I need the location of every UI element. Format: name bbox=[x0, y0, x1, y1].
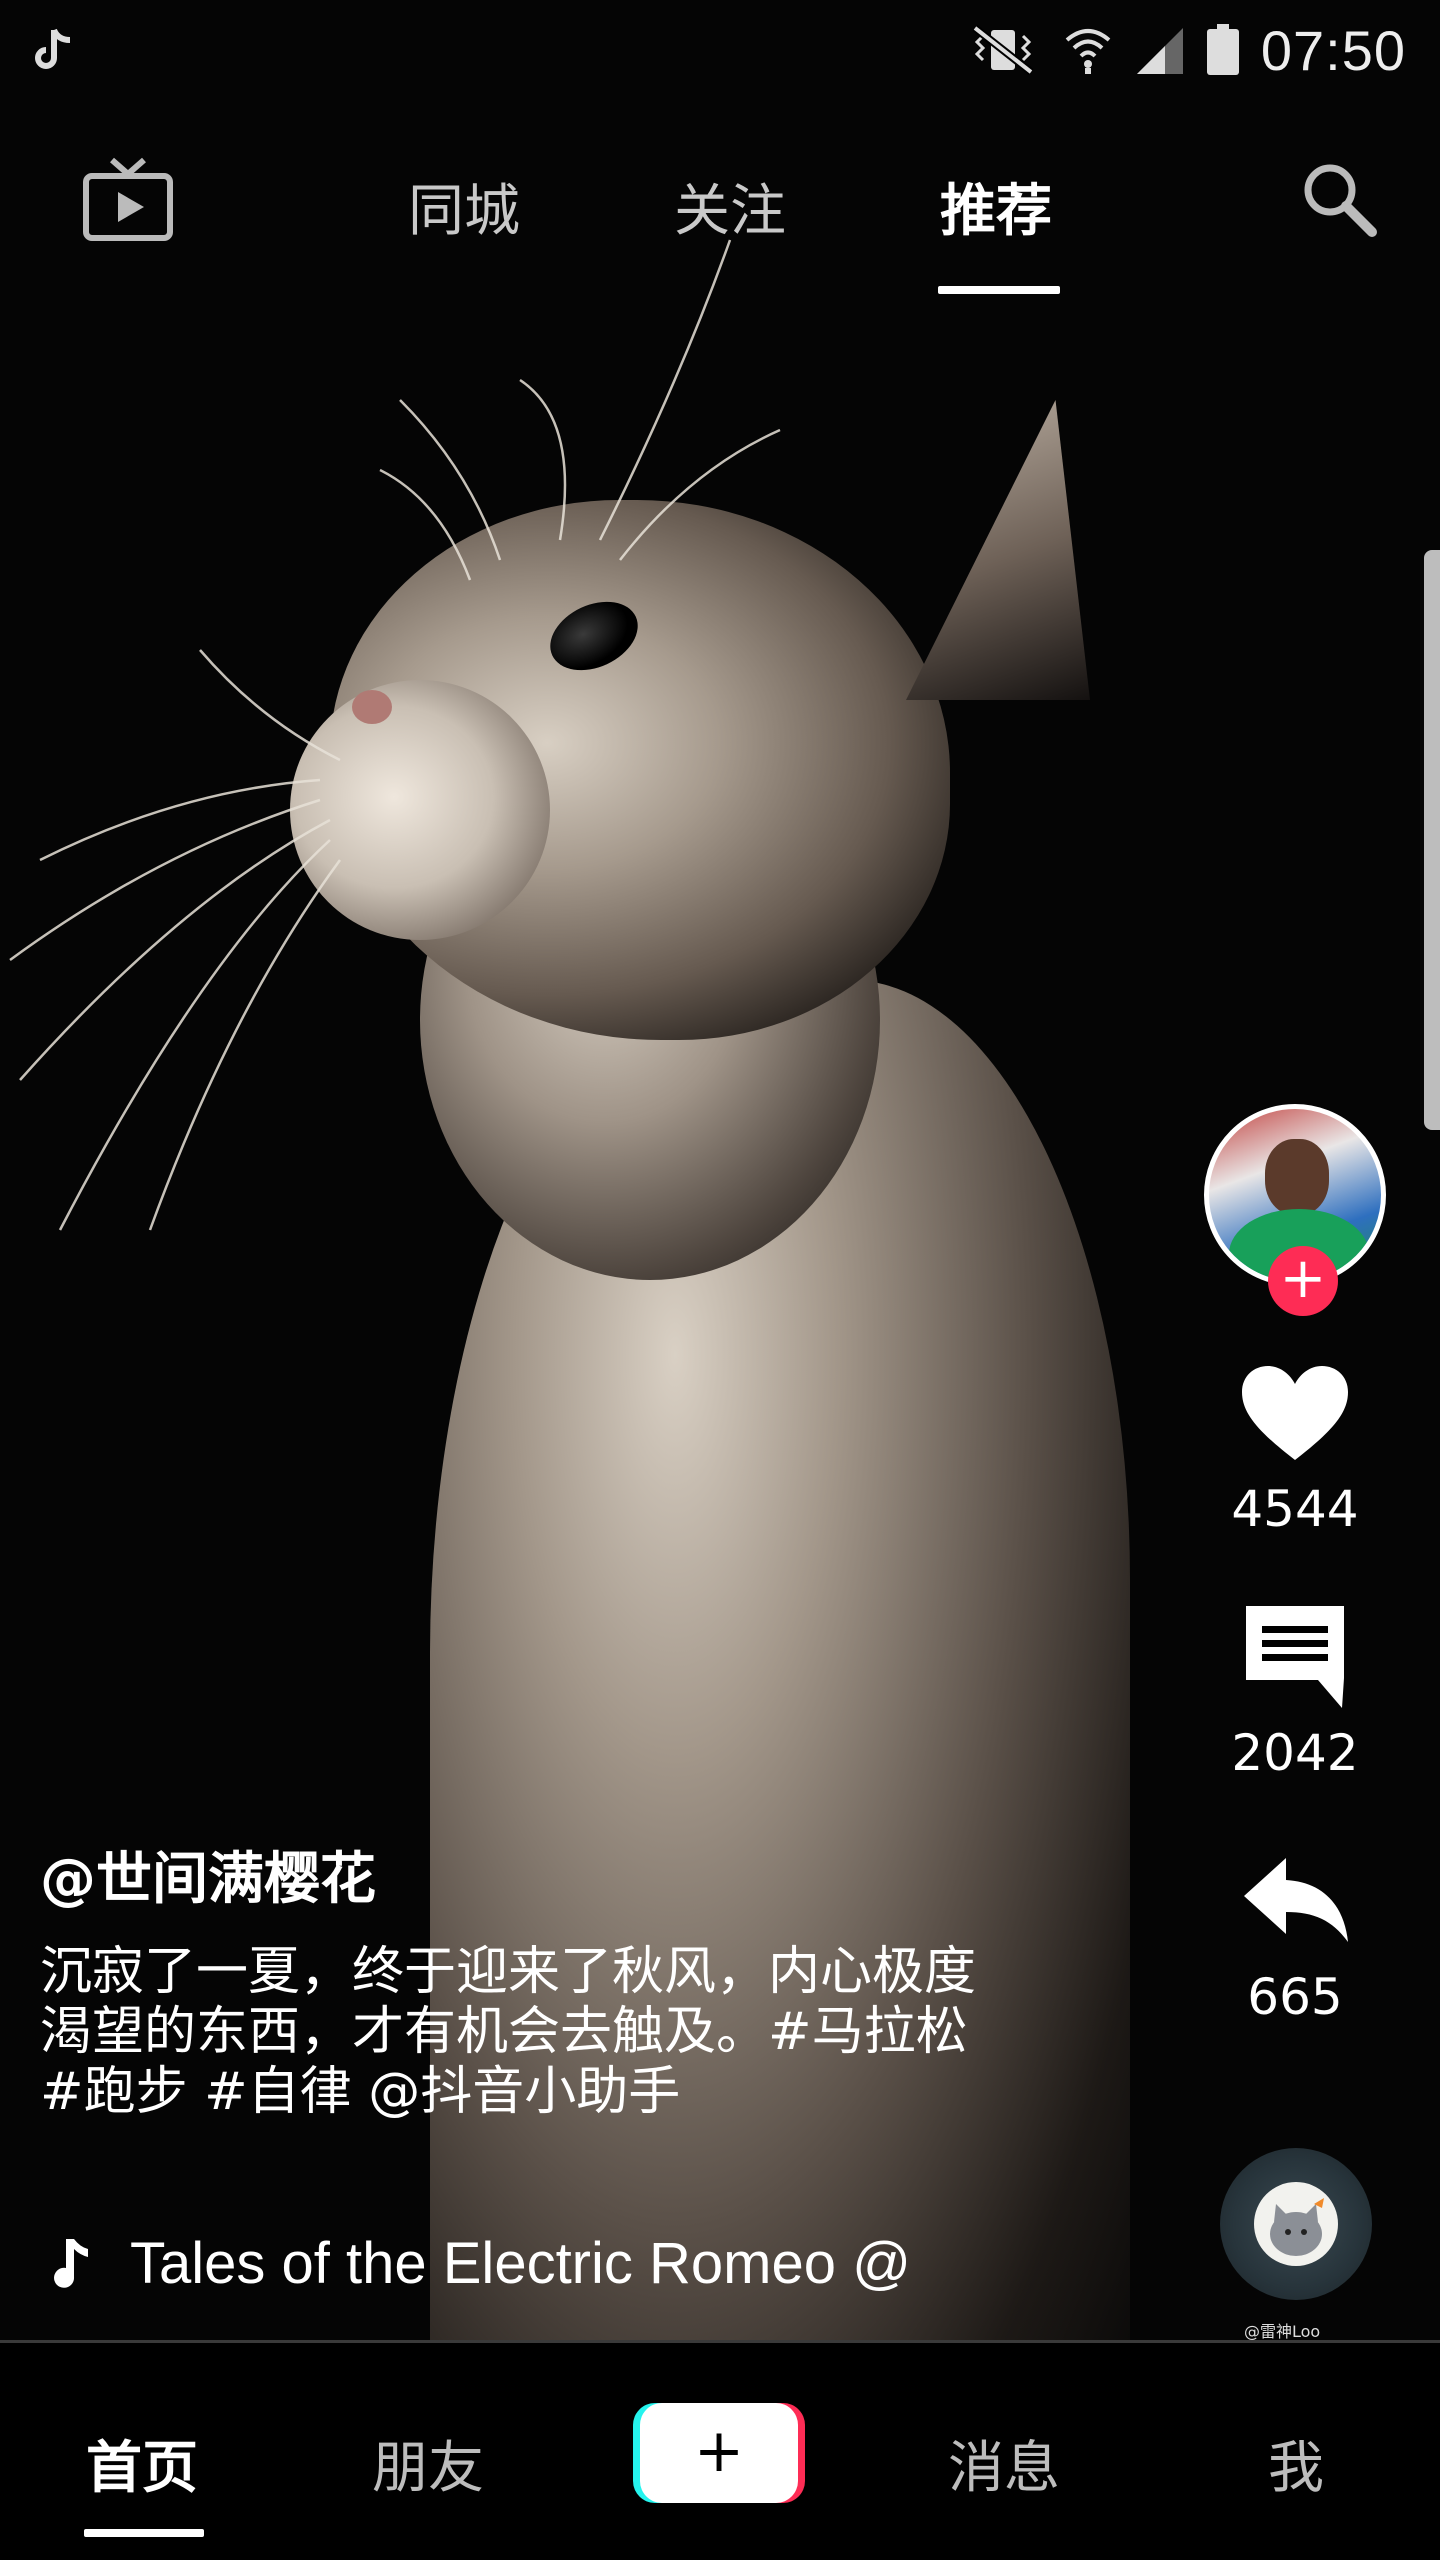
music-title: Tales of the Electric Romeo @ bbox=[130, 2230, 911, 2296]
top-nav: 同城 关注 推荐 bbox=[0, 130, 1440, 300]
cat-sticker-icon bbox=[1270, 2198, 1324, 2256]
active-nav-indicator bbox=[84, 2529, 204, 2537]
heart-icon[interactable] bbox=[1236, 1360, 1354, 1470]
music-disc[interactable] bbox=[1220, 2148, 1372, 2300]
tab-follow[interactable]: 关注 bbox=[674, 166, 786, 247]
status-bar: 07:50 bbox=[0, 0, 1440, 100]
share-icon[interactable] bbox=[1236, 1850, 1354, 1960]
watermark: @雷神Loo bbox=[1244, 2322, 1321, 2341]
music-cover-art bbox=[1254, 2182, 1338, 2266]
tv-icon[interactable] bbox=[82, 156, 174, 242]
app-screen: 07:50 同城 关注 推荐 + 4544 2042 665 @雷神Loo @世… bbox=[0, 0, 1440, 2560]
avatar-person-head bbox=[1265, 1139, 1329, 1215]
search-icon[interactable] bbox=[1300, 160, 1378, 238]
create-button[interactable]: + bbox=[640, 2403, 798, 2503]
nav-friends[interactable]: 朋友 bbox=[372, 2423, 484, 2504]
nav-home[interactable]: 首页 bbox=[86, 2423, 198, 2504]
vibrate-mute-icon bbox=[972, 24, 1034, 76]
status-time: 07:50 bbox=[1260, 18, 1406, 82]
active-tab-indicator bbox=[938, 286, 1060, 294]
video-caption[interactable]: 沉寂了一夏，终于迎来了秋风，内心极度渴望的东西，才有机会去触及。#马拉松 #跑步… bbox=[40, 1942, 980, 2122]
comment-count: 2042 bbox=[1231, 1724, 1359, 1782]
tiktok-note-icon bbox=[35, 28, 71, 69]
tab-recommend[interactable]: 推荐 bbox=[940, 166, 1052, 247]
author-name[interactable]: @世间满樱花 bbox=[40, 1834, 376, 1915]
music-row[interactable]: Tales of the Electric Romeo @ bbox=[50, 2228, 911, 2298]
battery-icon bbox=[1206, 24, 1239, 75]
follow-button[interactable]: + bbox=[1268, 1246, 1338, 1316]
music-note-icon bbox=[54, 2239, 88, 2288]
like-count: 4544 bbox=[1231, 1480, 1359, 1538]
nav-me[interactable]: 我 bbox=[1268, 2423, 1324, 2504]
nav-messages[interactable]: 消息 bbox=[948, 2423, 1060, 2504]
status-icons: 07:50 bbox=[965, 14, 1406, 86]
signal-icon bbox=[1136, 28, 1183, 74]
bottom-nav: 首页 朋友 + 消息 我 bbox=[0, 2343, 1440, 2560]
tab-same-city[interactable]: 同城 bbox=[408, 166, 520, 247]
comment-icon[interactable] bbox=[1236, 1600, 1354, 1710]
wifi-icon bbox=[1065, 29, 1111, 74]
share-count: 665 bbox=[1247, 1968, 1343, 2026]
edge-panel-handle[interactable] bbox=[1424, 550, 1440, 1130]
